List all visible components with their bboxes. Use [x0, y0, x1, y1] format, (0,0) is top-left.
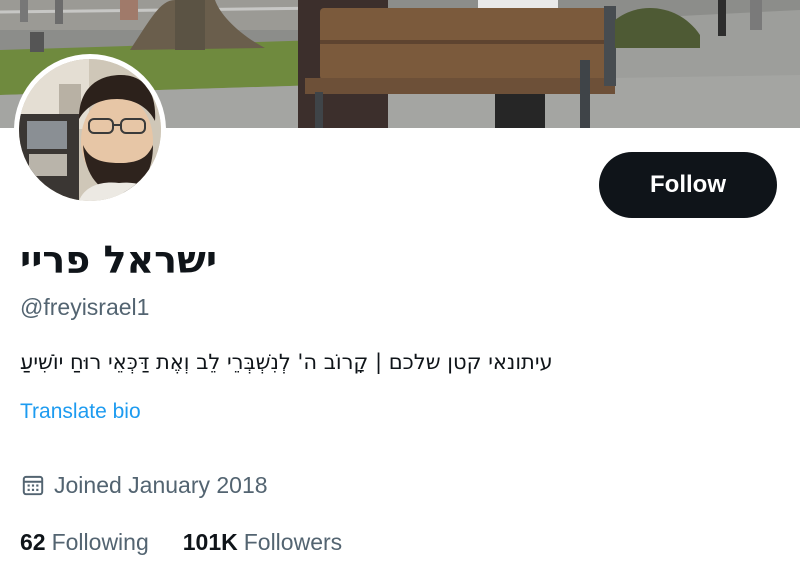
- followers-label: Followers: [243, 529, 343, 555]
- avatar[interactable]: [14, 54, 166, 206]
- profile-bio: עיתונאי קטן שלכם | קָרוֹב ה' לְנִשְׁבְּר…: [20, 350, 553, 374]
- joined-date: Joined January 2018: [20, 469, 268, 501]
- follow-button[interactable]: Follow: [599, 152, 777, 218]
- followers-link[interactable]: 101K Followers: [183, 526, 342, 558]
- display-name: ישראל פריי: [20, 238, 218, 282]
- following-label: Following: [51, 529, 149, 555]
- calendar-icon: [20, 472, 46, 498]
- username-handle: @freyisrael1: [20, 294, 150, 320]
- translate-bio-link[interactable]: Translate bio: [20, 397, 141, 427]
- avatar-image: [19, 59, 161, 201]
- following-link[interactable]: 62 Following: [20, 526, 149, 558]
- following-count: 62: [20, 529, 46, 555]
- followers-count: 101K: [182, 529, 238, 555]
- joined-date-text: Joined January 2018: [54, 472, 268, 498]
- profile-stats: 62 Following 101K Followers: [20, 526, 376, 558]
